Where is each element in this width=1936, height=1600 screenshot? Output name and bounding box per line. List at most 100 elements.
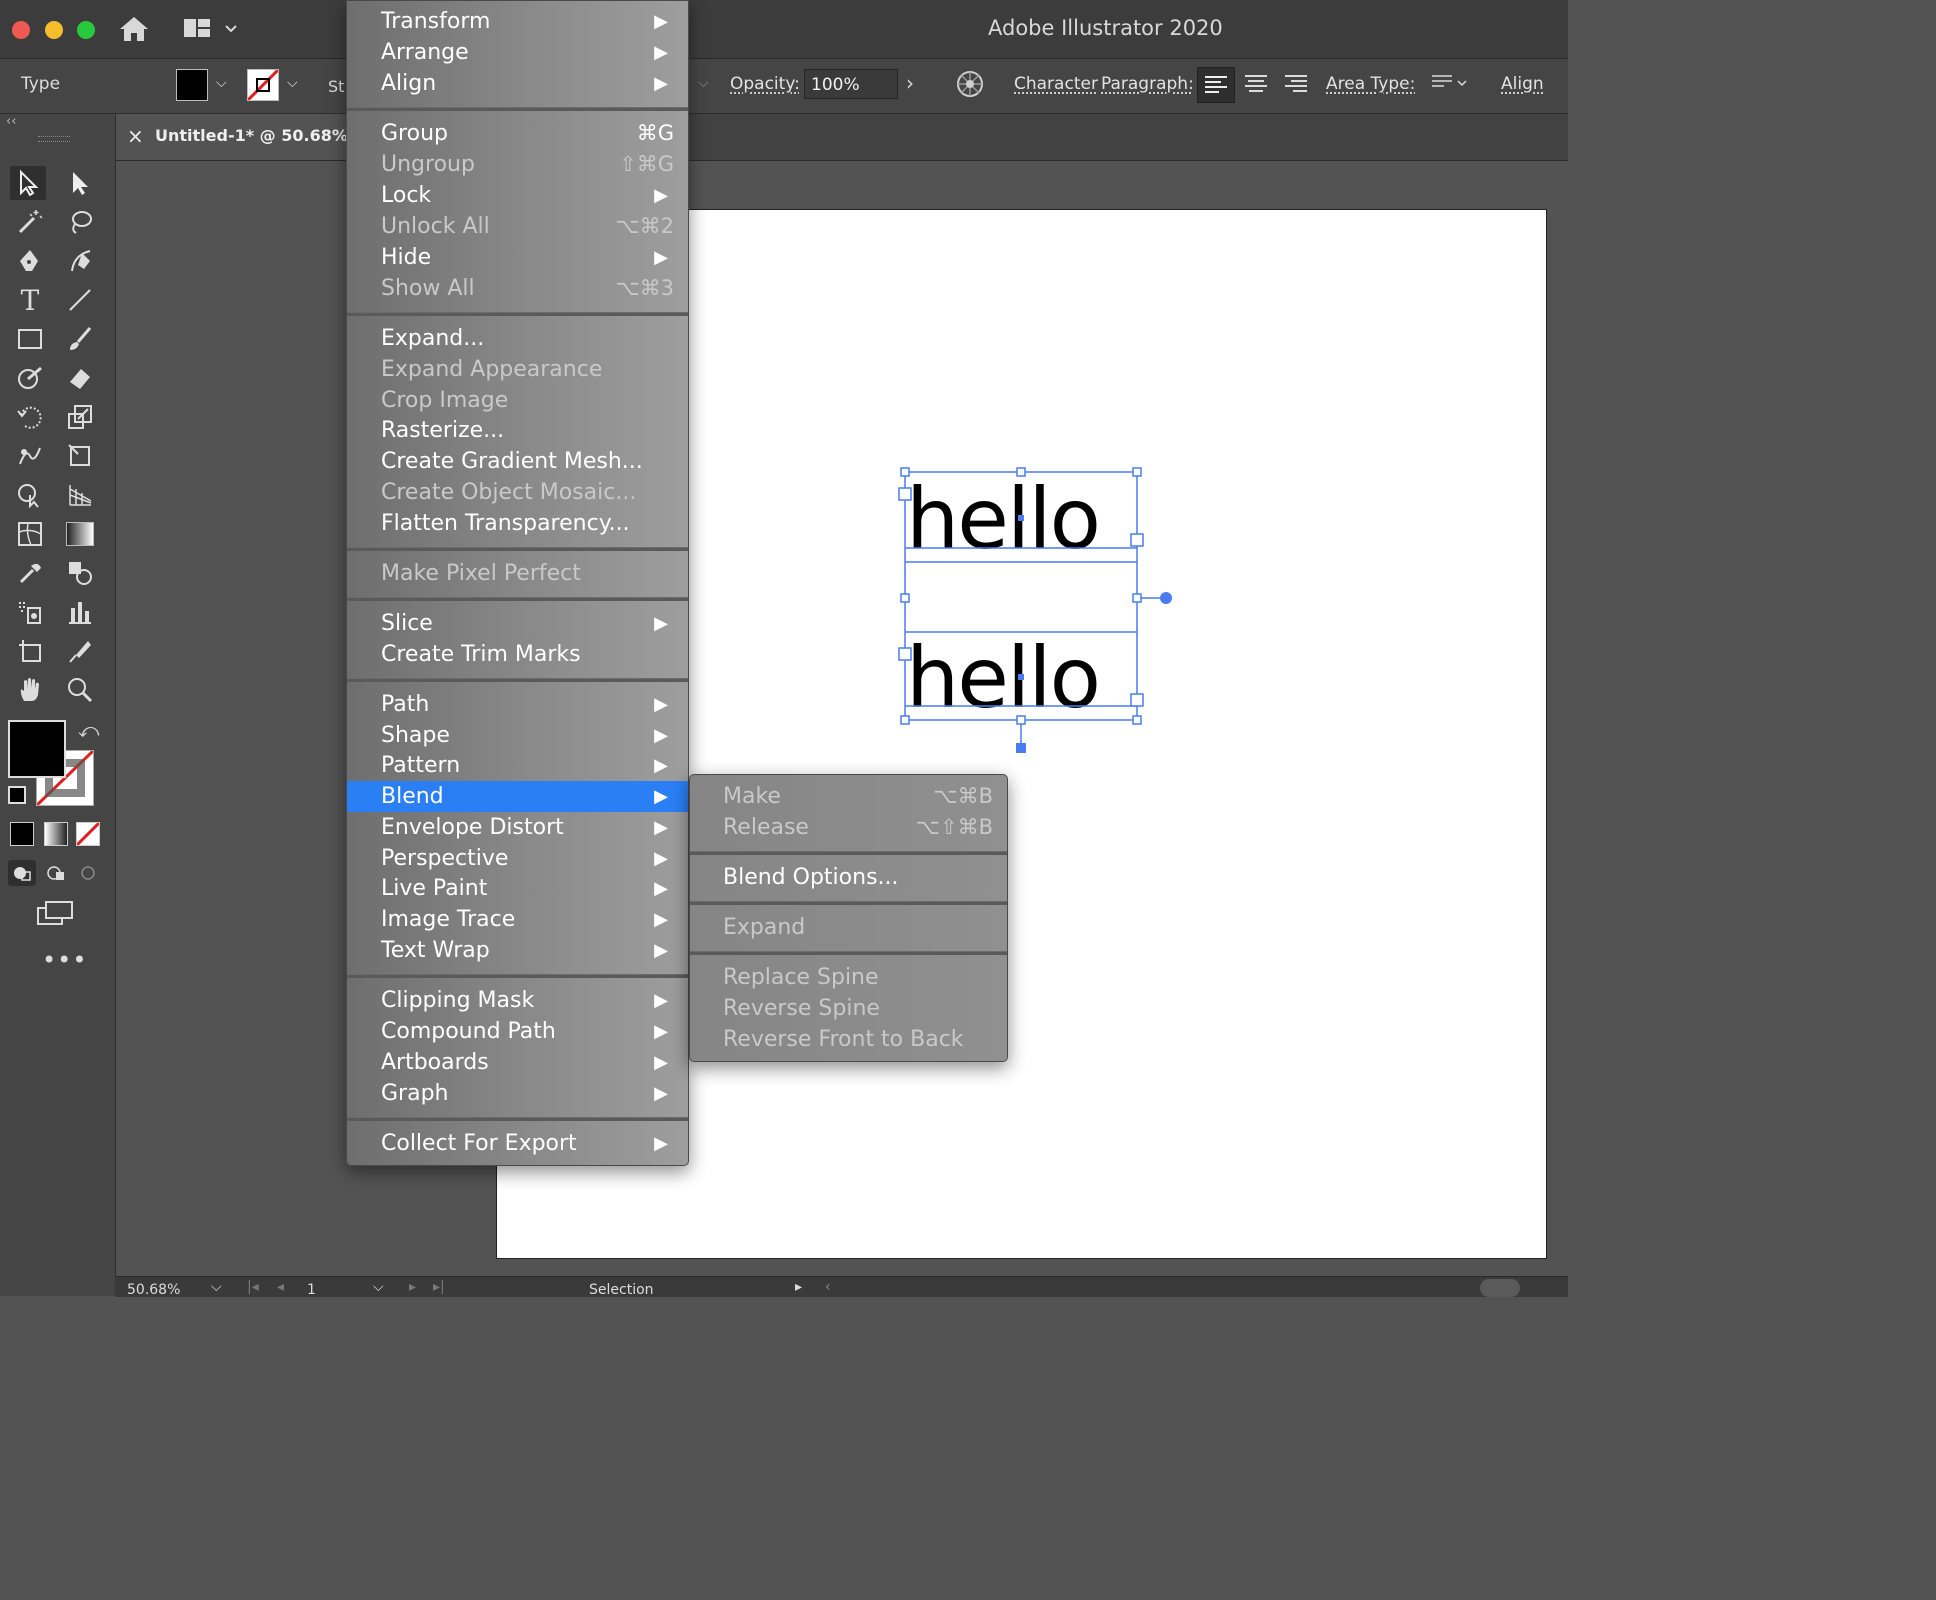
shaper-tool-icon[interactable] — [12, 361, 48, 395]
menu-item-reverse-front-to-back[interactable]: Reverse Front to Back — [690, 1024, 1007, 1055]
mesh-tool-icon[interactable] — [12, 517, 48, 551]
align-left-button[interactable] — [1197, 67, 1235, 103]
menu-item-blend-options[interactable]: Blend Options... — [690, 862, 1007, 893]
menu-item-text-wrap[interactable]: Text Wrap ▶ — [347, 935, 688, 966]
menu-item-crop-image[interactable]: Crop Image — [347, 385, 688, 416]
menu-item-expand-appearance[interactable]: Expand Appearance — [347, 354, 688, 385]
selection-bounding-box[interactable] — [895, 462, 1185, 762]
pen-tool-icon[interactable] — [12, 244, 48, 278]
curvature-tool-icon[interactable] — [62, 244, 98, 278]
previous-artboard-icon[interactable]: ◂ — [277, 1279, 284, 1295]
area-type-link[interactable]: Area Type: — [1326, 74, 1415, 94]
style-dropdown-chevron-icon[interactable]: ⌵ — [698, 75, 709, 91]
align-center-button[interactable] — [1238, 67, 1274, 101]
none-mode-button[interactable] — [76, 822, 100, 846]
menu-item-path[interactable]: Path ▶ — [347, 689, 688, 720]
gradient-tool-icon[interactable] — [62, 517, 98, 551]
minimize-window-button[interactable] — [45, 21, 63, 39]
draw-normal-icon[interactable] — [8, 860, 36, 886]
column-graph-tool-icon[interactable] — [62, 595, 98, 629]
stroke-label[interactable]: St — [328, 77, 344, 96]
shape-builder-tool-icon[interactable] — [12, 478, 48, 512]
edit-toolbar-icon[interactable]: ••• — [42, 946, 87, 974]
menu-item-compound-path[interactable]: Compound Path ▶ — [347, 1016, 688, 1047]
opacity-expand-chevron-icon[interactable]: › — [906, 71, 914, 95]
default-fill-stroke-icon[interactable] — [8, 786, 26, 804]
close-window-button[interactable] — [12, 21, 30, 39]
gradient-mode-button[interactable] — [44, 822, 68, 846]
fill-dropdown-chevron-icon[interactable]: ⌵ — [216, 75, 227, 91]
menu-item-graph[interactable]: Graph ▶ — [347, 1078, 688, 1109]
opacity-input[interactable]: 100% — [804, 69, 898, 99]
swap-fill-stroke-icon[interactable]: ⤺ — [78, 718, 99, 742]
menu-item-create-object-mosaic[interactable]: Create Object Mosaic... — [347, 477, 688, 508]
menu-item-perspective[interactable]: Perspective ▶ — [347, 843, 688, 874]
draw-inside-icon[interactable] — [76, 860, 100, 886]
menu-item-slice[interactable]: Slice ▶ — [347, 608, 688, 639]
hand-tool-icon[interactable] — [12, 673, 48, 707]
rectangle-tool-icon[interactable] — [12, 322, 48, 356]
first-artboard-icon[interactable]: |◂ — [247, 1279, 259, 1295]
menu-item-replace-spine[interactable]: Replace Spine — [690, 962, 1007, 993]
horizontal-scrollbar-thumb[interactable] — [1480, 1279, 1520, 1297]
menu-item-rasterize[interactable]: Rasterize... — [347, 415, 688, 446]
last-artboard-icon[interactable]: ▸| — [433, 1279, 445, 1295]
fill-swatch[interactable] — [176, 69, 208, 101]
workspace-switcher-icon[interactable] — [182, 17, 242, 45]
menu-item-flatten-transparency[interactable]: Flatten Transparency... — [347, 508, 688, 539]
menu-item-artboards[interactable]: Artboards ▶ — [347, 1047, 688, 1078]
line-segment-tool-icon[interactable] — [62, 283, 98, 317]
symbol-sprayer-tool-icon[interactable] — [12, 595, 48, 629]
menu-item-live-paint[interactable]: Live Paint ▶ — [347, 873, 688, 904]
area-type-dropdown-icon[interactable] — [1430, 73, 1470, 97]
artboard-number-field[interactable]: 1 — [307, 1282, 316, 1298]
scroll-left-icon[interactable]: ‹ — [825, 1279, 831, 1295]
slice-tool-icon[interactable] — [62, 634, 98, 668]
menu-item-make-pixel-perfect[interactable]: Make Pixel Perfect — [347, 558, 688, 589]
artboard-dropdown-chevron-icon[interactable]: ⌵ — [373, 1279, 384, 1295]
perspective-grid-tool-icon[interactable] — [62, 478, 98, 512]
blend-tool-icon[interactable] — [62, 556, 98, 590]
menu-item-shape[interactable]: Shape ▶ — [347, 720, 688, 751]
menu-item-collect-for-export[interactable]: Collect For Export ▶ — [347, 1128, 688, 1159]
rotate-tool-icon[interactable] — [12, 400, 48, 434]
stroke-swatch[interactable] — [247, 69, 279, 101]
menu-item-create-trim-marks[interactable]: Create Trim Marks — [347, 639, 688, 670]
menu-item-hide[interactable]: Hide ▶ — [347, 242, 688, 273]
menu-item-blend[interactable]: Blend ▶ — [347, 781, 688, 812]
menu-item-clipping-mask[interactable]: Clipping Mask ▶ — [347, 985, 688, 1016]
menu-item-ungroup[interactable]: Ungroup ⇧⌘G — [347, 149, 688, 180]
magic-wand-tool-icon[interactable] — [12, 205, 48, 239]
draw-behind-icon[interactable] — [42, 860, 70, 886]
menu-item-arrange[interactable]: Arrange ▶ — [347, 37, 688, 68]
zoom-dropdown-chevron-icon[interactable]: ⌵ — [211, 1279, 222, 1295]
menu-item-transform[interactable]: Transform ▶ — [347, 6, 688, 37]
stroke-dropdown-chevron-icon[interactable]: ⌵ — [287, 75, 298, 91]
menu-item-pattern[interactable]: Pattern ▶ — [347, 750, 688, 781]
menu-item-unlock-all[interactable]: Unlock All ⌥⌘2 — [347, 211, 688, 242]
recolor-artwork-icon[interactable] — [956, 70, 984, 102]
eraser-tool-icon[interactable] — [62, 361, 98, 395]
zoom-window-button[interactable] — [77, 21, 95, 39]
scale-tool-icon[interactable] — [62, 400, 98, 434]
menu-item-create-gradient-mesh[interactable]: Create Gradient Mesh... — [347, 446, 688, 477]
menu-item-blend-release[interactable]: Release ⌥⇧⌘B — [690, 812, 1007, 843]
menu-item-expand[interactable]: Expand... — [347, 323, 688, 354]
menu-item-blend-expand[interactable]: Expand — [690, 912, 1007, 943]
character-panel-link[interactable]: Character — [1014, 74, 1098, 94]
menu-item-group[interactable]: Group ⌘G — [347, 118, 688, 149]
color-mode-button[interactable] — [10, 822, 34, 846]
next-artboard-icon[interactable]: ▸ — [409, 1279, 416, 1295]
menu-item-reverse-spine[interactable]: Reverse Spine — [690, 993, 1007, 1024]
zoom-tool-icon[interactable] — [62, 673, 98, 707]
paintbrush-tool-icon[interactable] — [62, 322, 98, 356]
current-tool-status[interactable]: Selection — [589, 1282, 654, 1298]
paragraph-panel-link[interactable]: Paragraph: — [1101, 74, 1194, 94]
collapse-panel-icon[interactable]: ‹‹ — [6, 114, 16, 129]
eyedropper-tool-icon[interactable] — [12, 556, 48, 590]
free-transform-tool-icon[interactable] — [62, 439, 98, 473]
close-tab-icon[interactable]: × — [127, 124, 144, 148]
screen-mode-icon[interactable] — [36, 900, 74, 932]
zoom-level-field[interactable]: 50.68% — [127, 1282, 180, 1298]
status-menu-arrow-icon[interactable]: ▸ — [795, 1279, 802, 1295]
